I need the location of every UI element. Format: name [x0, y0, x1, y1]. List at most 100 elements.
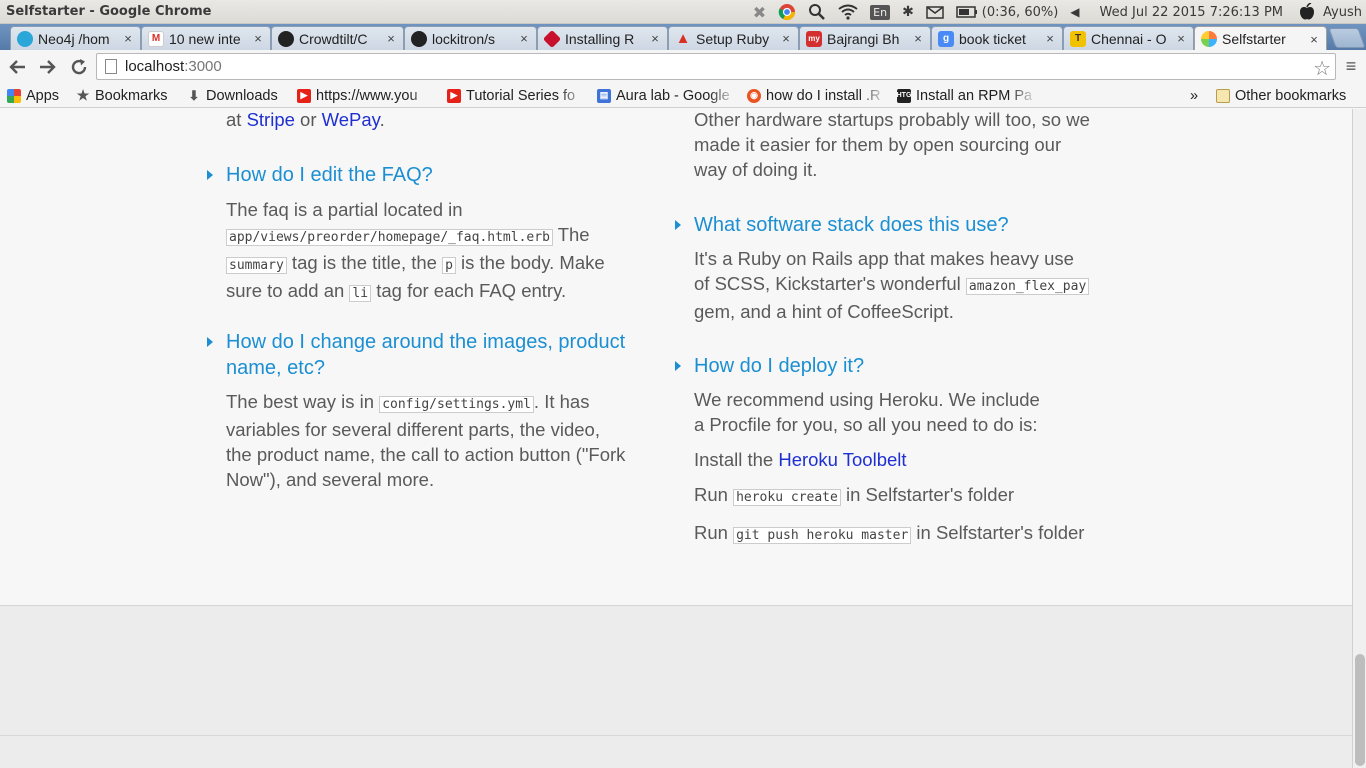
- google-search-icon: g: [938, 30, 954, 47]
- faq-item-edit-faq: How do I edit the FAQ? The faq is a part…: [207, 162, 626, 306]
- bookmark-bookmarks[interactable]: ★ Bookmarks: [76, 86, 168, 105]
- close-icon[interactable]: ×: [1044, 31, 1056, 46]
- chrome-menu-icon[interactable]: ≡: [1342, 56, 1360, 76]
- tripadvisor-icon: T: [1070, 30, 1086, 47]
- deploy-step: Run heroku create in Selfstarter's folde…: [694, 484, 1015, 506]
- tab-neo4j[interactable]: Neo4j /hom ×: [10, 26, 141, 50]
- tab-chennai[interactable]: T Chennai - O ×: [1063, 26, 1194, 50]
- url-host: localhost: [125, 58, 185, 75]
- vertical-scrollbar[interactable]: [1352, 109, 1366, 768]
- volume-icon[interactable]: ◀: [1064, 0, 1085, 24]
- bookmark-tutorial[interactable]: ▶ Tutorial Series fo: [447, 86, 587, 105]
- wifi-icon[interactable]: [832, 0, 864, 24]
- close-icon[interactable]: ×: [385, 31, 397, 46]
- faq-question[interactable]: How do I change around the images, produ…: [207, 329, 636, 381]
- wepay-link[interactable]: WePay: [322, 109, 380, 130]
- bookmark-rpm[interactable]: HTG Install an RPM Pa: [897, 86, 1037, 105]
- scrollbar-thumb[interactable]: [1355, 654, 1365, 766]
- faq-item-change-images: How do I change around the images, produ…: [207, 329, 636, 492]
- close-icon[interactable]: ×: [122, 31, 134, 46]
- bookmark-apps[interactable]: Apps: [7, 86, 59, 105]
- code-snippet: heroku create: [733, 489, 841, 506]
- google-sites-icon: ▤: [597, 88, 611, 103]
- faq-item-deploy: How do I deploy it? We recommend using H…: [675, 353, 1094, 548]
- faq-left-continued: at Stripe or WePay.: [226, 109, 385, 130]
- close-icon[interactable]: ×: [912, 31, 924, 46]
- download-icon: ⬇: [188, 87, 200, 103]
- clock[interactable]: Wed Jul 22 2015 7:26:13 PM: [1086, 0, 1294, 24]
- faq-answer: The faq is a partial located in app/view…: [226, 199, 605, 302]
- deploy-intro: We recommend using Heroku. We include a …: [694, 389, 1040, 435]
- user-name[interactable]: Ayush: [1321, 0, 1366, 24]
- bookmark-star-icon[interactable]: ☆: [1313, 56, 1331, 81]
- close-indicator-icon[interactable]: ✖: [747, 0, 772, 24]
- close-icon[interactable]: ×: [518, 31, 530, 46]
- page-footer: [0, 605, 1352, 768]
- address-bar[interactable]: localhost:3000 ☆: [96, 53, 1336, 80]
- window-title: Selfstarter - Google Chrome: [6, 4, 212, 19]
- gorails-icon: ▲: [675, 30, 691, 47]
- tab-crowdtilt[interactable]: Crowdtilt/C ×: [271, 26, 404, 50]
- deploy-step: Install the Heroku Toolbelt: [694, 449, 907, 470]
- faq-question[interactable]: How do I edit the FAQ?: [207, 162, 626, 188]
- footer-divider: [0, 735, 1352, 736]
- faq-question[interactable]: How do I deploy it?: [675, 353, 1094, 379]
- bookmarks-overflow-chevron[interactable]: »: [1190, 86, 1198, 105]
- bookmark-downloads[interactable]: ⬇ Downloads: [187, 86, 278, 105]
- disclosure-triangle-icon: [207, 337, 213, 347]
- bookmark-other[interactable]: Other bookmarks: [1216, 86, 1346, 105]
- bookmyshow-icon: my: [806, 30, 822, 47]
- close-icon[interactable]: ×: [252, 31, 264, 46]
- github-icon: [278, 30, 294, 47]
- os-indicators: ✖ En ✱ (0:36, 60%) ◀ Wed Jul 22 2015 7:2…: [747, 0, 1366, 24]
- search-icon[interactable]: [802, 0, 832, 24]
- tab-gmail[interactable]: M 10 new inte ×: [141, 26, 271, 50]
- battery-indicator[interactable]: [950, 0, 980, 24]
- faq-item-software-stack: What software stack does this use? It's …: [675, 212, 1094, 324]
- faq-right-continued: Other hardware startups probably will to…: [694, 109, 1090, 180]
- selfstarter-icon: [1201, 31, 1217, 47]
- apple-icon[interactable]: [1293, 0, 1321, 24]
- bookmark-howto[interactable]: ◉ how do I install .R: [747, 86, 887, 105]
- tab-setup-ruby[interactable]: ▲ Setup Ruby ×: [668, 26, 799, 50]
- back-arrow-icon[interactable]: [3, 53, 31, 81]
- heroku-toolbelt-link[interactable]: Heroku Toolbelt: [778, 449, 906, 470]
- tab-installing-ruby[interactable]: Installing R ×: [537, 26, 668, 50]
- code-snippet: summary: [226, 257, 287, 274]
- bookmark-aura[interactable]: ▤ Aura lab - Google: [597, 86, 737, 105]
- input-method-indicator[interactable]: En: [864, 0, 896, 24]
- battery-text: (0:36, 60%): [981, 4, 1059, 20]
- faq-answer: It's a Ruby on Rails app that makes heav…: [694, 246, 1094, 324]
- forward-arrow-icon[interactable]: [34, 53, 62, 81]
- close-icon[interactable]: ×: [649, 31, 661, 46]
- close-icon[interactable]: ×: [1175, 31, 1187, 46]
- new-tab-button[interactable]: [1328, 28, 1366, 48]
- github-icon: [411, 30, 427, 47]
- stripe-link[interactable]: Stripe: [247, 109, 295, 130]
- code-snippet: config/settings.yml: [379, 396, 534, 413]
- disclosure-triangle-icon: [207, 170, 213, 180]
- os-top-panel: Selfstarter - Google Chrome ✖ En ✱ (0:36…: [0, 0, 1366, 24]
- code-snippet: amazon_flex_pay: [965, 278, 1090, 295]
- faq-answer: We recommend using Heroku. We include a …: [694, 387, 1084, 548]
- youtube-icon: ▶: [447, 88, 461, 103]
- close-icon[interactable]: ×: [780, 31, 792, 46]
- close-icon[interactable]: ×: [1308, 32, 1320, 47]
- apps-grid-icon: [7, 88, 21, 103]
- code-snippet: git push heroku master: [733, 527, 912, 544]
- star-icon: ★: [76, 87, 90, 103]
- tab-lockitron[interactable]: lockitron/s ×: [404, 26, 537, 50]
- tab-book-ticket[interactable]: g book ticket ×: [931, 26, 1063, 50]
- reload-icon[interactable]: [65, 53, 93, 81]
- bluetooth-icon[interactable]: ✱: [896, 0, 920, 24]
- mail-icon[interactable]: [920, 0, 950, 24]
- folder-icon: [1216, 88, 1230, 103]
- bookmark-youtube[interactable]: ▶ https://www.you: [297, 86, 437, 105]
- tab-bajrangi[interactable]: my Bajrangi Bh ×: [799, 26, 931, 50]
- bookmarks-bar: Apps ★ Bookmarks ⬇ Downloads ▶ https://w…: [0, 83, 1366, 108]
- tab-selfstarter[interactable]: Selfstarter ×: [1194, 26, 1327, 51]
- youtube-icon: ▶: [297, 88, 311, 103]
- chrome-indicator-icon[interactable]: [772, 0, 802, 24]
- faq-question[interactable]: What software stack does this use?: [675, 212, 1094, 238]
- gmail-icon: M: [148, 30, 164, 47]
